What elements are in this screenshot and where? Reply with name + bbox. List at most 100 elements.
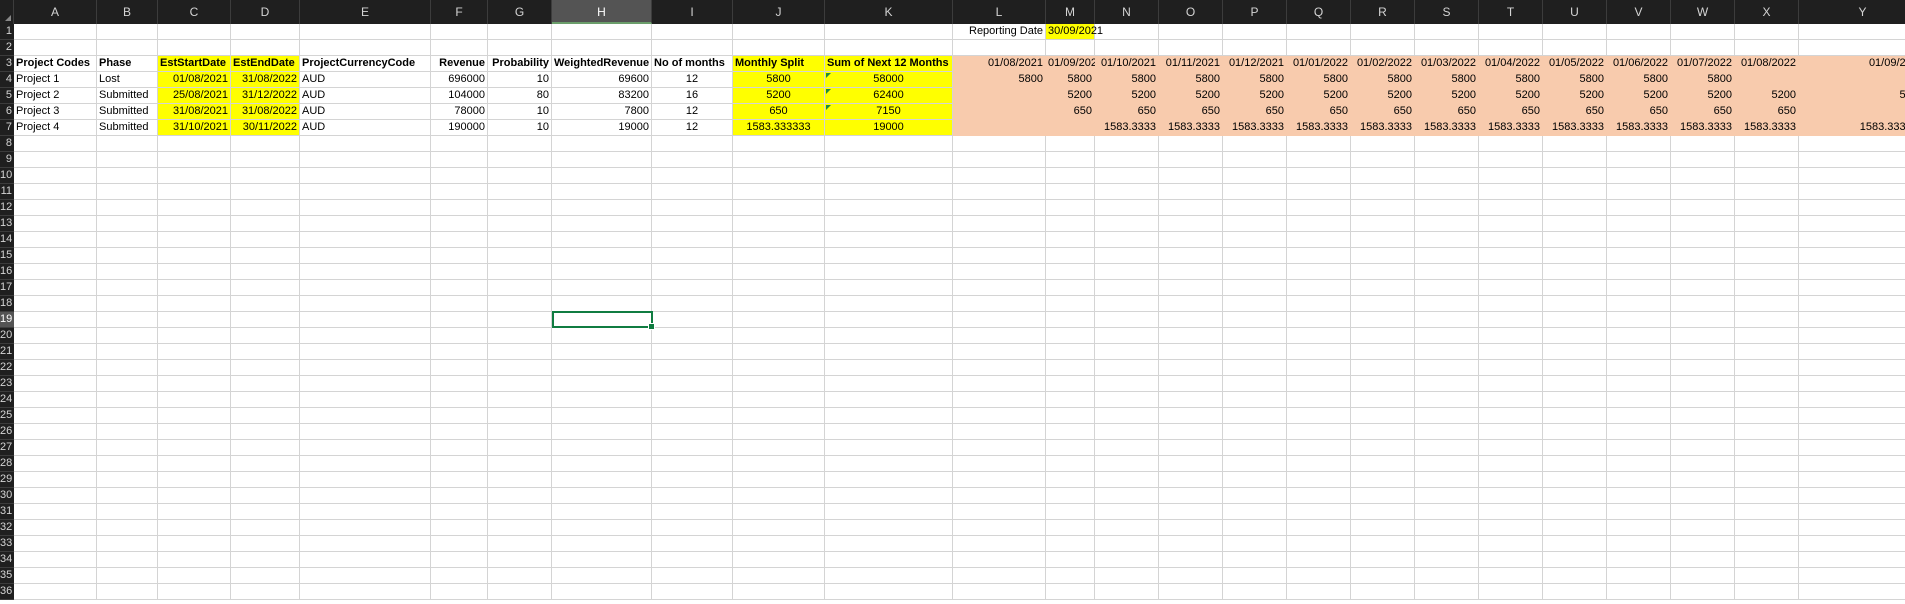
cell[interactable] bbox=[488, 488, 552, 504]
cell[interactable] bbox=[1671, 264, 1735, 280]
cell[interactable] bbox=[1543, 216, 1607, 232]
cell[interactable] bbox=[652, 312, 733, 328]
cell[interactable] bbox=[1046, 552, 1095, 568]
cell[interactable] bbox=[953, 216, 1046, 232]
row-header-22[interactable]: 22 bbox=[0, 360, 14, 376]
cell[interactable] bbox=[431, 408, 488, 424]
cell[interactable] bbox=[652, 136, 733, 152]
cell[interactable] bbox=[1159, 296, 1223, 312]
cell[interactable] bbox=[1479, 584, 1543, 600]
cell[interactable] bbox=[488, 312, 552, 328]
sum-next-12-months[interactable]: 7150 bbox=[825, 104, 953, 120]
monthly-value[interactable]: 5800 bbox=[1607, 72, 1671, 88]
cell[interactable] bbox=[1351, 24, 1415, 40]
month-header[interactable]: 01/06/2022 bbox=[1607, 56, 1671, 72]
cell[interactable] bbox=[1351, 440, 1415, 456]
cell[interactable] bbox=[158, 152, 231, 168]
cell[interactable] bbox=[1479, 344, 1543, 360]
cell[interactable] bbox=[552, 376, 652, 392]
cell[interactable] bbox=[825, 168, 953, 184]
cell[interactable] bbox=[652, 376, 733, 392]
cell[interactable] bbox=[1223, 40, 1287, 56]
cell[interactable] bbox=[431, 168, 488, 184]
cell[interactable] bbox=[1671, 280, 1735, 296]
cell[interactable] bbox=[14, 360, 97, 376]
cell[interactable] bbox=[1095, 40, 1159, 56]
cell[interactable] bbox=[231, 344, 300, 360]
cell[interactable] bbox=[733, 472, 825, 488]
cell[interactable] bbox=[733, 136, 825, 152]
cell[interactable] bbox=[1607, 408, 1671, 424]
cell[interactable] bbox=[300, 520, 431, 536]
cell[interactable] bbox=[733, 280, 825, 296]
cell[interactable] bbox=[733, 360, 825, 376]
monthly-value[interactable]: 1583.3333 bbox=[1543, 120, 1607, 136]
cell[interactable] bbox=[1159, 152, 1223, 168]
cell[interactable] bbox=[1351, 344, 1415, 360]
month-header[interactable]: 01/09/2022 bbox=[1799, 56, 1905, 72]
cell[interactable] bbox=[552, 344, 652, 360]
weighted-revenue[interactable]: 19000 bbox=[552, 120, 652, 136]
cell[interactable] bbox=[652, 248, 733, 264]
cell[interactable] bbox=[1095, 488, 1159, 504]
cell[interactable] bbox=[431, 24, 488, 40]
row-header-29[interactable]: 29 bbox=[0, 472, 14, 488]
cell[interactable] bbox=[1351, 264, 1415, 280]
cell[interactable] bbox=[652, 24, 733, 40]
cell[interactable] bbox=[552, 424, 652, 440]
row-header-33[interactable]: 33 bbox=[0, 536, 14, 552]
cell[interactable] bbox=[158, 520, 231, 536]
row-header-20[interactable]: 20 bbox=[0, 328, 14, 344]
sum-next-12-months[interactable]: 58000 bbox=[825, 72, 953, 88]
cell[interactable] bbox=[652, 168, 733, 184]
cell[interactable] bbox=[1287, 216, 1351, 232]
cell[interactable] bbox=[1046, 216, 1095, 232]
column-header-A[interactable]: A bbox=[14, 0, 97, 24]
month-header[interactable]: 01/08/2021 bbox=[953, 56, 1046, 72]
cell[interactable] bbox=[158, 424, 231, 440]
cell[interactable] bbox=[825, 408, 953, 424]
cell[interactable] bbox=[1479, 40, 1543, 56]
cell[interactable] bbox=[1479, 424, 1543, 440]
sum-next-12-months[interactable]: 62400 bbox=[825, 88, 953, 104]
monthly-value[interactable]: 650 bbox=[1479, 104, 1543, 120]
cell[interactable] bbox=[97, 40, 158, 56]
column-header-T[interactable]: T bbox=[1479, 0, 1543, 24]
cell[interactable] bbox=[158, 184, 231, 200]
cell[interactable] bbox=[97, 344, 158, 360]
column-header-K[interactable]: K bbox=[825, 0, 953, 24]
cell[interactable] bbox=[1351, 584, 1415, 600]
cell[interactable] bbox=[1607, 184, 1671, 200]
cell[interactable] bbox=[431, 568, 488, 584]
cell[interactable] bbox=[431, 472, 488, 488]
cell[interactable] bbox=[231, 536, 300, 552]
monthly-value[interactable]: 1583.3333 bbox=[1223, 120, 1287, 136]
cell[interactable] bbox=[552, 280, 652, 296]
cell[interactable] bbox=[1415, 360, 1479, 376]
cell[interactable] bbox=[1671, 328, 1735, 344]
cell[interactable] bbox=[1543, 488, 1607, 504]
cell[interactable] bbox=[552, 504, 652, 520]
project-phase[interactable]: Submitted bbox=[97, 120, 158, 136]
cell[interactable] bbox=[488, 136, 552, 152]
cell[interactable] bbox=[733, 24, 825, 40]
cell[interactable] bbox=[97, 552, 158, 568]
cell[interactable] bbox=[1415, 392, 1479, 408]
cell[interactable] bbox=[488, 280, 552, 296]
cell[interactable] bbox=[1607, 488, 1671, 504]
cell[interactable] bbox=[1479, 168, 1543, 184]
monthly-split[interactable]: 5200 bbox=[733, 88, 825, 104]
cell[interactable] bbox=[825, 136, 953, 152]
cell[interactable] bbox=[1735, 280, 1799, 296]
cell[interactable] bbox=[231, 440, 300, 456]
cell[interactable] bbox=[158, 568, 231, 584]
cell[interactable] bbox=[1607, 264, 1671, 280]
weighted-revenue[interactable]: 69600 bbox=[552, 72, 652, 88]
cell[interactable] bbox=[652, 392, 733, 408]
cell[interactable] bbox=[1671, 568, 1735, 584]
cell[interactable] bbox=[1415, 216, 1479, 232]
cell[interactable] bbox=[1671, 520, 1735, 536]
column-header-H[interactable]: H bbox=[552, 0, 652, 24]
cell[interactable] bbox=[97, 280, 158, 296]
cell[interactable] bbox=[1671, 232, 1735, 248]
